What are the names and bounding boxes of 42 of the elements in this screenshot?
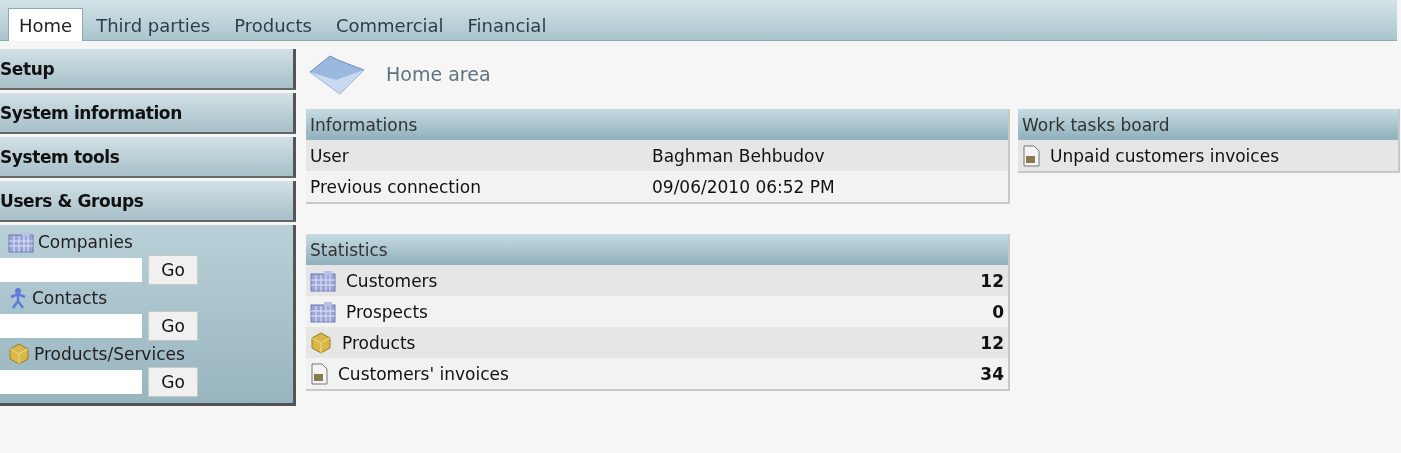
statistic-count: 0 — [992, 301, 1004, 322]
statistic-label: Customers — [346, 270, 439, 291]
sidebar-menu-item[interactable]: Setup — [0, 49, 296, 90]
search-label: Companies — [38, 232, 133, 252]
statistic-count: 12 — [980, 332, 1004, 353]
box-icon — [310, 331, 332, 354]
menu-tab[interactable]: Financial — [456, 8, 558, 41]
info-value: 09/06/2010 06:52 PM — [652, 176, 835, 197]
statistic-label: Products — [342, 332, 417, 353]
box-icon — [8, 343, 30, 365]
panel-title: Informations — [306, 109, 1008, 140]
search-label: Contacts — [32, 288, 107, 308]
menu-tab[interactable]: Products — [223, 8, 323, 41]
search-field[interactable] — [0, 314, 142, 338]
panel-title: Work tasks board — [1018, 109, 1398, 140]
panel-title: Statistics — [306, 234, 1008, 265]
sidebar-menu-item[interactable]: System information — [0, 93, 296, 134]
menu-tab[interactable]: Third parties — [85, 8, 222, 41]
info-value: Baghman Behbudov — [652, 145, 825, 166]
info-label: Previous connection — [310, 176, 482, 197]
go-button[interactable]: Go — [148, 311, 198, 341]
search-field[interactable] — [0, 258, 142, 282]
statistic-count: 12 — [980, 270, 1004, 291]
document-icon — [310, 362, 328, 385]
sidebar-menu-item[interactable]: System tools — [0, 137, 296, 178]
search-label: Products/Services — [34, 344, 185, 364]
info-label: User — [310, 145, 350, 166]
person-icon — [8, 287, 28, 309]
go-button[interactable]: Go — [148, 367, 198, 397]
search-field[interactable] — [0, 370, 142, 394]
statistic-label: Customers' invoices — [338, 363, 510, 384]
sidebar-menu-item[interactable]: Users & Groups — [0, 181, 296, 222]
menu-tab[interactable]: Commercial — [324, 8, 455, 41]
go-button[interactable]: Go — [148, 255, 198, 285]
building-icon — [310, 300, 336, 323]
statistic-count: 34 — [980, 363, 1004, 384]
document-icon — [1022, 144, 1040, 167]
building-icon — [310, 269, 336, 292]
statistic-label: Prospects — [346, 301, 429, 322]
page-title: Home area — [386, 63, 491, 85]
building-icon — [8, 231, 34, 253]
menu-tab[interactable]: Home — [8, 8, 84, 41]
